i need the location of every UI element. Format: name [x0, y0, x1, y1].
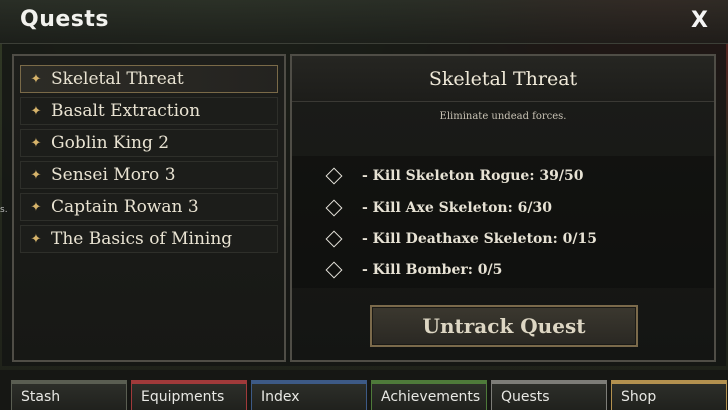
quest-name: Goblin King 2: [51, 133, 170, 153]
quest-detail-header: Skeletal Threat: [292, 56, 714, 102]
tab-equipments[interactable]: Equipments: [131, 380, 247, 410]
quest-list-panel: ✦ Skeletal Threat ✦ Basalt Extraction ✦ …: [12, 54, 286, 362]
objective-item: - Kill Skeleton Rogue: 39/50: [325, 164, 584, 188]
objective-item: - Kill Bomber: 0/5: [325, 258, 503, 282]
title-bar: Quests X: [0, 0, 728, 44]
quest-marker-icon: ✦: [30, 135, 42, 151]
quest-list-item[interactable]: ✦ Skeletal Threat: [20, 65, 278, 93]
quest-name: Skeletal Threat: [51, 69, 184, 89]
objective-item: - Kill Axe Skeleton: 6/30: [325, 196, 552, 220]
window-title: Quests: [20, 7, 109, 32]
quest-detail-title: Skeletal Threat: [428, 68, 578, 90]
objective-diamond-icon: [325, 261, 343, 279]
objective-diamond-icon: [325, 167, 343, 185]
untrack-quest-button[interactable]: Untrack Quest: [370, 305, 638, 347]
tab-quests[interactable]: Quests: [491, 380, 607, 410]
quest-list-item[interactable]: ✦ Captain Rowan 3: [20, 193, 278, 221]
objective-text: - Kill Axe Skeleton: 6/30: [362, 200, 552, 216]
quest-name: Captain Rowan 3: [51, 197, 199, 217]
objective-item: - Kill Deathaxe Skeleton: 0/15: [325, 227, 597, 251]
quest-name: Sensei Moro 3: [51, 165, 176, 185]
objective-diamond-icon: [325, 230, 343, 248]
quest-name: The Basics of Mining: [51, 229, 233, 249]
objective-diamond-icon: [325, 199, 343, 217]
quest-marker-icon: ✦: [30, 167, 42, 183]
tab-stash[interactable]: Stash: [11, 380, 127, 410]
quest-list-item[interactable]: ✦ Basalt Extraction: [20, 97, 278, 125]
quest-marker-icon: ✦: [30, 103, 42, 119]
quest-list-item[interactable]: ✦ Goblin King 2: [20, 129, 278, 157]
objective-text: - Kill Bomber: 0/5: [362, 262, 503, 278]
quest-list-item[interactable]: ✦ The Basics of Mining: [20, 225, 278, 253]
objective-list: - Kill Skeleton Rogue: 39/50 - Kill Axe …: [292, 156, 714, 288]
quest-description: Eliminate undead forces.: [439, 111, 567, 122]
quest-name: Basalt Extraction: [51, 101, 201, 121]
tab-index[interactable]: Index: [251, 380, 367, 410]
objective-text: - Kill Deathaxe Skeleton: 0/15: [362, 231, 597, 247]
quest-marker-icon: ✦: [30, 199, 42, 215]
quest-list-item[interactable]: ✦ Sensei Moro 3: [20, 161, 278, 189]
quest-marker-icon: ✦: [30, 231, 42, 247]
tab-shop[interactable]: Shop: [611, 380, 727, 410]
quest-detail-panel: Skeletal Threat Eliminate undead forces.…: [290, 54, 716, 362]
objective-text: - Kill Skeleton Rogue: 39/50: [362, 168, 584, 184]
quest-marker-icon: ✦: [30, 71, 42, 87]
close-button[interactable]: X: [691, 8, 708, 33]
offscreen-text-fragment: s.: [0, 205, 8, 215]
tab-achievements[interactable]: Achievements: [371, 380, 487, 410]
